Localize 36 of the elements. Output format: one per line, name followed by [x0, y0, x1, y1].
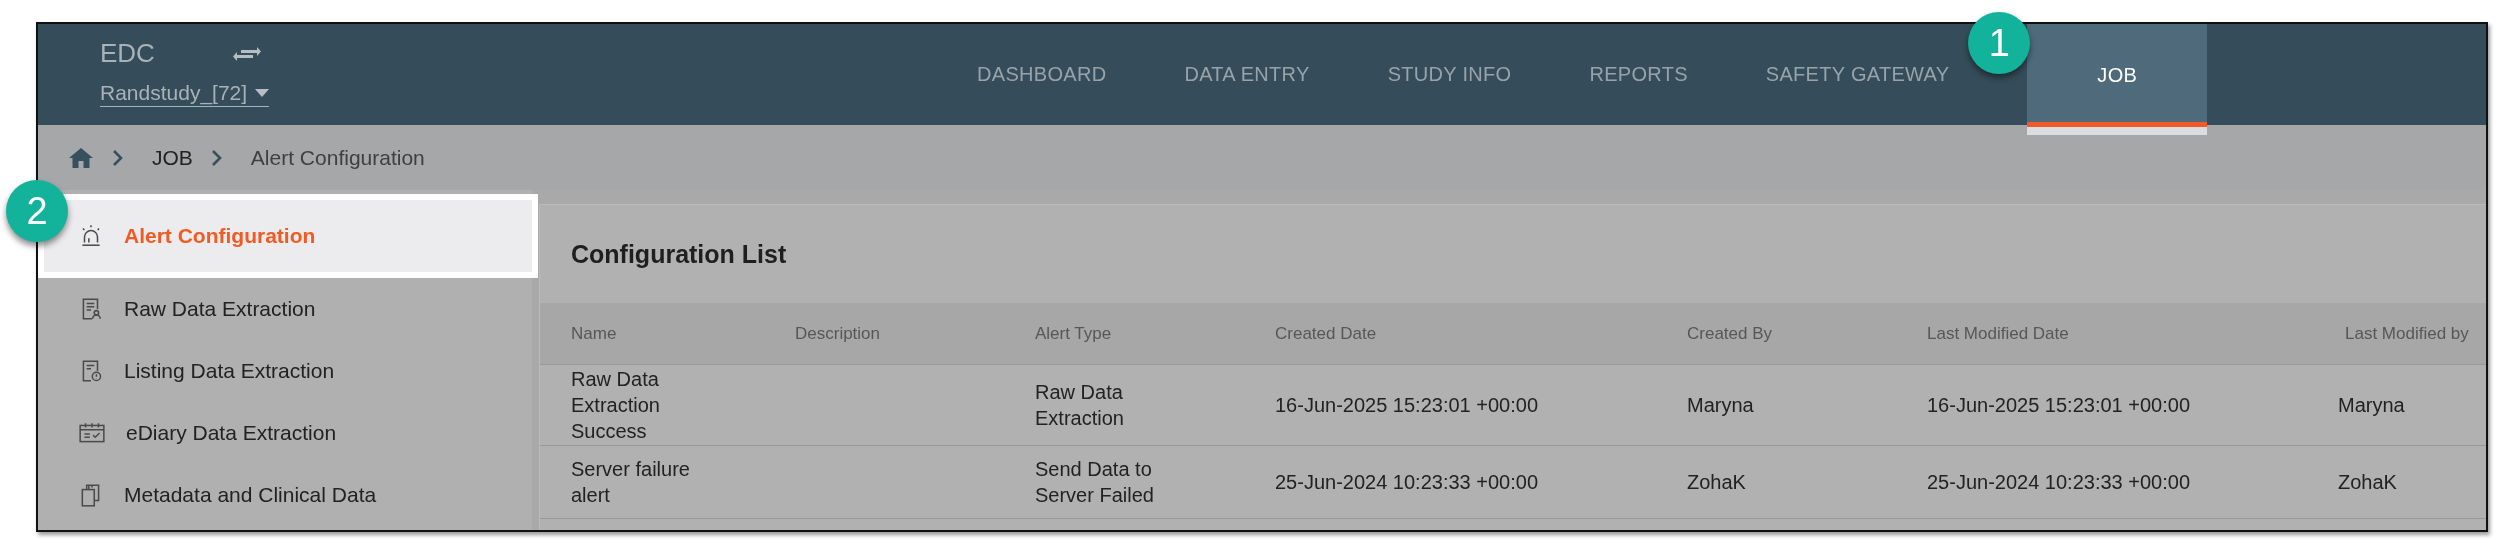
callout-badge: 2 — [6, 180, 68, 242]
column-header: Alert Type — [1004, 303, 1244, 365]
table-cell-text: Raw Data Extraction — [1035, 380, 1125, 431]
column-header: Created By — [1656, 303, 1896, 365]
column-header: Last Modified by — [2314, 303, 2486, 365]
table-cell-text: 25-Jun-2024 10:23:33 +00:00 — [1927, 470, 2190, 495]
column-header: Created Date — [1244, 303, 1656, 365]
table-cell-text: Maryna — [2338, 393, 2405, 418]
sidebar-item[interactable]: Listing Data Extraction — [38, 340, 532, 402]
nav-tab[interactable]: DATA ENTRY — [1184, 24, 1310, 125]
sidebar-item[interactable]: Metadata and Clinical Data — [38, 464, 532, 526]
column-header: Name — [540, 303, 764, 365]
table-cell-text: Maryna — [1687, 393, 1754, 418]
table-cell-text: Raw Data Extraction Success — [571, 367, 661, 444]
sidebar-item[interactable]: Raw Data Extraction — [38, 278, 532, 340]
table-cell-text: 16-Jun-2025 15:23:01 +00:00 — [1275, 393, 1538, 418]
table-cell-text: ZohaK — [2338, 470, 2397, 495]
table-cell-text: Send Data to Server Failed — [1035, 457, 1155, 508]
app-title: EDC — [100, 38, 155, 69]
breadcrumb-link[interactable]: Alert Configuration — [250, 145, 425, 170]
nav-tab[interactable]: JOB — [2027, 24, 2208, 135]
table-cell-text: ZohaK — [1687, 470, 1746, 495]
table-cell-text: Server failure alert — [571, 457, 691, 508]
nav-tab[interactable]: REPORTS — [1589, 24, 1688, 125]
nav-tab[interactable]: STUDY INFO — [1387, 24, 1512, 125]
callout-badge: 1 — [1968, 12, 2031, 74]
column-header: Last Modified Date — [1896, 303, 2314, 365]
breadcrumb-link[interactable]: JOB — [152, 145, 193, 170]
table-cell-text: 25-Jun-2024 10:23:33 +00:00 — [1275, 470, 1538, 495]
sidebar-item[interactable]: eDiary Data Extraction — [38, 402, 532, 464]
table-cell-text: 16-Jun-2025 15:23:01 +00:00 — [1927, 393, 2190, 418]
nav-tab[interactable]: DASHBOARD — [977, 24, 1107, 125]
panel-title: Configuration List — [570, 238, 788, 270]
column-header: Description — [764, 303, 1004, 365]
study-selector[interactable]: Randstudy_[72] — [100, 81, 270, 107]
nav-tab[interactable]: SAFETY GATEWAY — [1765, 24, 1950, 125]
